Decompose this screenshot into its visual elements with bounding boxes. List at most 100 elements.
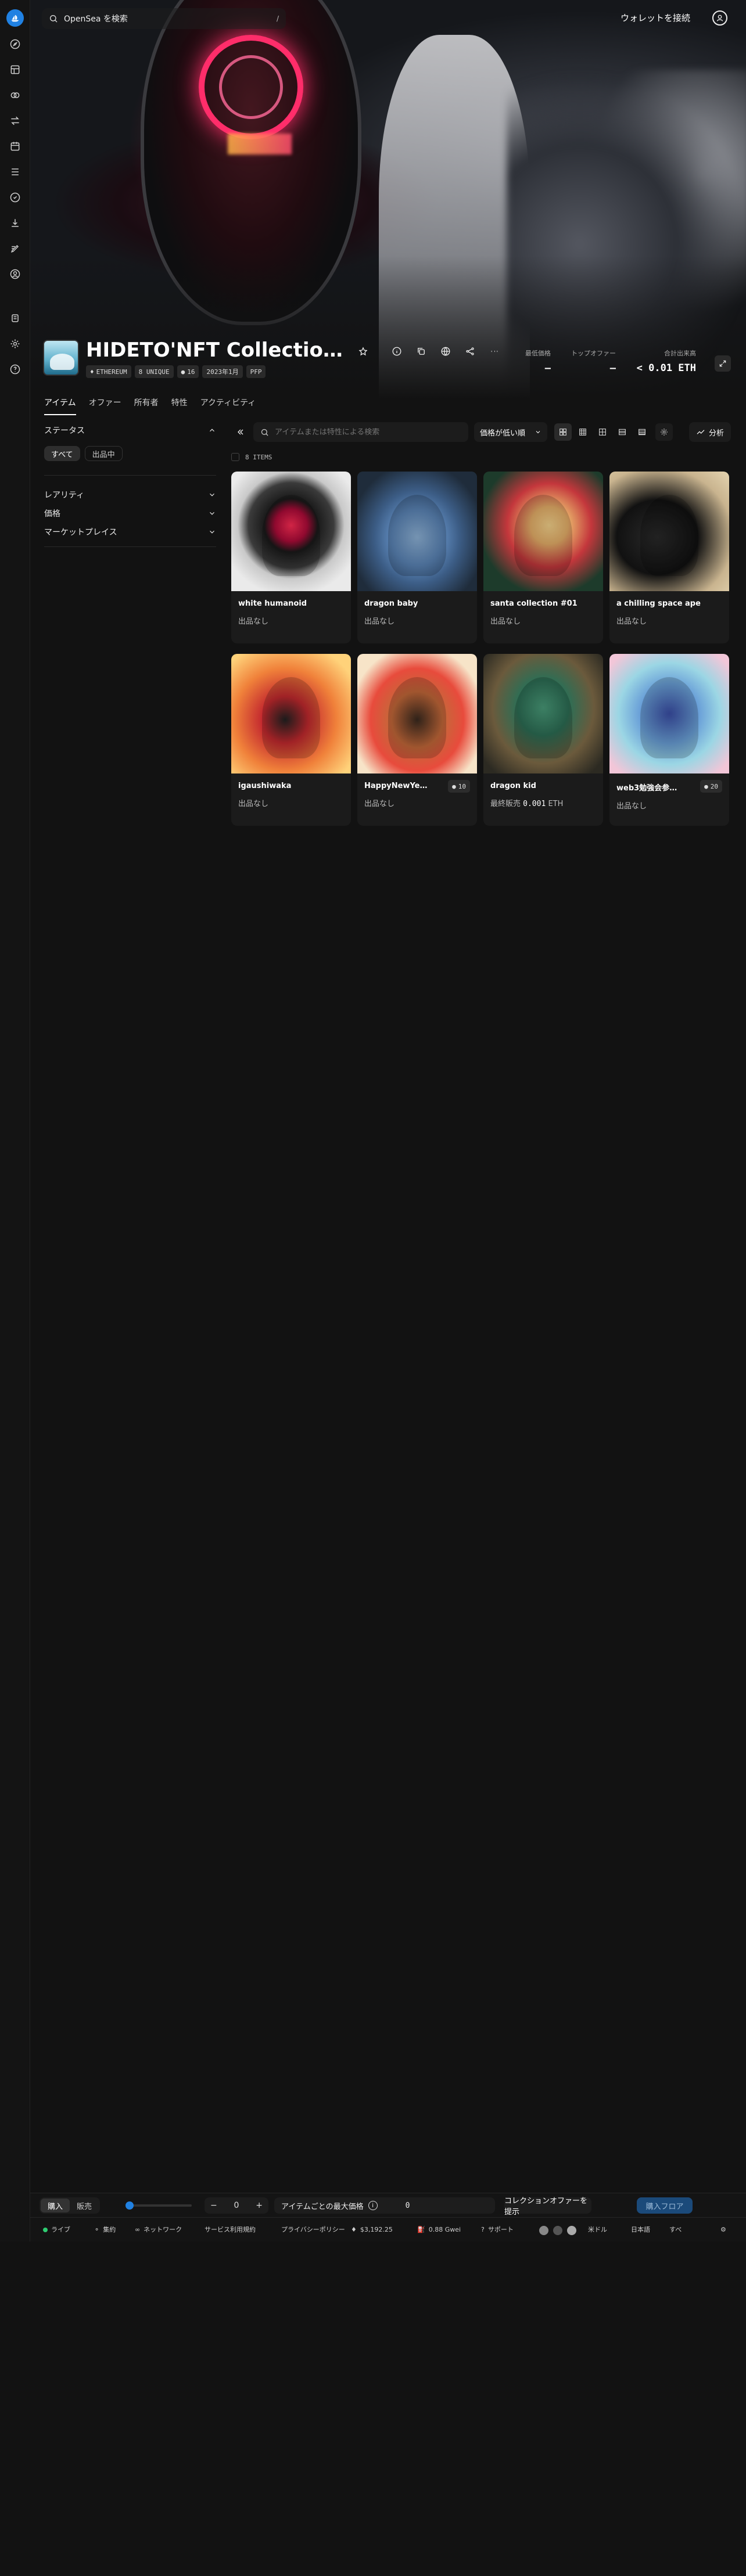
tab-activity[interactable]: アクティビティ bbox=[200, 397, 256, 415]
item-image bbox=[609, 472, 729, 591]
item-card[interactable]: igaushiwaka 出品なし bbox=[231, 654, 351, 826]
collapse-filter-icon[interactable] bbox=[231, 422, 250, 442]
currency-selector[interactable]: 米ドル bbox=[588, 2226, 607, 2233]
item-card[interactable]: dragon baby 出品なし bbox=[357, 472, 477, 643]
item-card[interactable]: dragon kid 最終販売 0.001 ETH bbox=[483, 654, 603, 826]
tab-holders[interactable]: 所有者 bbox=[134, 397, 159, 415]
item-name: dragon kid bbox=[490, 782, 536, 790]
profile-icon[interactable] bbox=[8, 267, 22, 281]
item-card[interactable]: a chilling space ape 出品なし bbox=[609, 472, 729, 643]
drops-icon[interactable] bbox=[8, 139, 22, 153]
chevron-down-icon bbox=[210, 530, 214, 534]
activity-icon[interactable] bbox=[8, 165, 22, 179]
create-icon[interactable] bbox=[8, 242, 22, 256]
tab-traits[interactable]: 特性 bbox=[171, 397, 188, 415]
studio-icon[interactable] bbox=[8, 216, 22, 230]
edition-badge: ● 20 bbox=[700, 780, 722, 793]
status-listed-pill[interactable]: 出品中 bbox=[84, 446, 123, 461]
analytics-button[interactable]: 分析 bbox=[689, 422, 731, 442]
sweep-slider[interactable] bbox=[125, 2201, 192, 2210]
price-filter[interactable]: 価格 bbox=[44, 506, 216, 521]
search-placeholder: OpenSea を検索 bbox=[64, 15, 128, 24]
eth-price: ♦ $3,192.25 bbox=[351, 2226, 393, 2233]
item-card[interactable]: santa collection #01 出品なし bbox=[483, 472, 603, 643]
collection-avatar bbox=[43, 340, 79, 376]
chart-line-icon bbox=[697, 430, 705, 434]
items-grid: white humanoid 出品なし dragon baby 出品なし san… bbox=[231, 472, 729, 826]
table-view-icon[interactable] bbox=[633, 423, 651, 441]
terms-link[interactable]: サービス利用規約 bbox=[205, 2226, 256, 2233]
opensea-logo-icon[interactable] bbox=[6, 9, 24, 27]
max-price-input[interactable]: アイテムごとの最大価格 i 0 bbox=[274, 2197, 495, 2214]
item-image bbox=[483, 654, 603, 773]
category-chip[interactable]: PFP bbox=[246, 365, 266, 378]
rewards-icon[interactable] bbox=[8, 190, 22, 204]
more-icon[interactable] bbox=[487, 344, 502, 359]
network-link[interactable]: ∞ ネットワーク bbox=[135, 2226, 182, 2233]
decrement-button[interactable]: − bbox=[210, 2201, 217, 2210]
grid-list-icon[interactable] bbox=[594, 423, 611, 441]
search-icon bbox=[50, 15, 58, 23]
global-search-input[interactable]: OpenSea を検索 / bbox=[42, 8, 286, 29]
aggregate-icon: ⚬ bbox=[94, 2226, 100, 2233]
collection-offer-button[interactable]: コレクションオファーを提示 bbox=[504, 2197, 591, 2217]
privacy-link[interactable]: プライバシーポリシー bbox=[281, 2226, 345, 2233]
settings-icon[interactable]: ⚙ bbox=[720, 2226, 726, 2233]
ethereum-icon: ♦ bbox=[90, 368, 94, 376]
buy-tab[interactable]: 購入 bbox=[41, 2199, 70, 2212]
increment-button[interactable]: + bbox=[256, 2201, 263, 2210]
item-card[interactable]: HappyNewYear2… ● 10 出品なし bbox=[357, 654, 477, 826]
chevron-down-icon bbox=[210, 512, 214, 515]
support-link[interactable]: ? サポート bbox=[481, 2226, 514, 2233]
more-button[interactable]: すべ bbox=[669, 2226, 682, 2233]
item-search-field[interactable] bbox=[275, 427, 461, 437]
grid-small-icon[interactable] bbox=[574, 423, 591, 441]
share-icon[interactable] bbox=[462, 344, 478, 359]
website-icon[interactable] bbox=[438, 344, 453, 359]
edition-badge: ● 10 bbox=[448, 780, 470, 793]
support-icon[interactable] bbox=[8, 362, 22, 376]
page: OpenSea を検索 / ウォレットを接続 HIDETO'NFT Collec… bbox=[0, 0, 746, 2576]
marketplace-filter[interactable]: マーケットプレイス bbox=[44, 524, 216, 539]
select-all-checkbox[interactable] bbox=[231, 453, 239, 461]
status-filter-header[interactable]: ステータス bbox=[44, 423, 216, 438]
discover-icon[interactable] bbox=[8, 37, 22, 51]
list-view-icon[interactable] bbox=[614, 423, 631, 441]
display-settings-icon[interactable] bbox=[655, 423, 673, 441]
dark-theme-icon[interactable] bbox=[553, 2226, 562, 2235]
item-name: web3勉強会参加… bbox=[616, 784, 685, 793]
docs-icon[interactable] bbox=[8, 311, 22, 325]
settings-icon[interactable] bbox=[8, 337, 22, 351]
tokens-icon[interactable] bbox=[8, 88, 22, 102]
connect-wallet-button[interactable]: ウォレットを接続 bbox=[621, 12, 690, 24]
chevron-down-icon bbox=[210, 493, 214, 497]
tab-items[interactable]: アイテム bbox=[44, 397, 76, 415]
aggregate-link[interactable]: ⚬ 集約 bbox=[94, 2226, 116, 2233]
rarity-filter[interactable]: レアリティ bbox=[44, 487, 216, 502]
language-selector[interactable]: 日本語 bbox=[631, 2226, 650, 2233]
item-card[interactable]: web3勉強会参加… ● 20 出品なし bbox=[609, 654, 729, 826]
account-icon[interactable] bbox=[712, 10, 727, 26]
swap-icon[interactable] bbox=[8, 114, 22, 128]
item-name: white humanoid bbox=[238, 599, 307, 608]
collections-icon[interactable] bbox=[8, 63, 22, 77]
star-icon[interactable] bbox=[356, 344, 371, 359]
item-card[interactable]: white humanoid 出品なし bbox=[231, 472, 351, 643]
gas-icon: ⛽ bbox=[417, 2226, 425, 2233]
footer-status-bar: ライブ ⚬ 集約 ∞ ネットワーク サービス利用規約 プライバシーポリシー ♦ $3,… bbox=[30, 2217, 746, 2242]
item-search-input[interactable] bbox=[253, 422, 468, 442]
system-theme-icon[interactable] bbox=[539, 2226, 548, 2235]
slider-handle[interactable] bbox=[125, 2201, 134, 2210]
status-all-pill[interactable]: すべて bbox=[44, 446, 80, 461]
buy-floor-button[interactable]: 購入フロア bbox=[637, 2197, 693, 2214]
copies-icon: ● bbox=[704, 782, 708, 790]
sell-tab[interactable]: 販売 bbox=[70, 2199, 99, 2212]
item-status: 出品なし bbox=[238, 800, 269, 808]
expand-icon[interactable] bbox=[715, 355, 731, 372]
copy-icon[interactable] bbox=[414, 344, 429, 359]
info-icon[interactable] bbox=[389, 344, 404, 359]
light-theme-icon[interactable] bbox=[567, 2226, 576, 2235]
sort-dropdown[interactable]: 価格が低い順 bbox=[474, 422, 547, 442]
grid-large-icon[interactable] bbox=[554, 423, 572, 441]
tab-offers[interactable]: オファー bbox=[89, 397, 121, 415]
